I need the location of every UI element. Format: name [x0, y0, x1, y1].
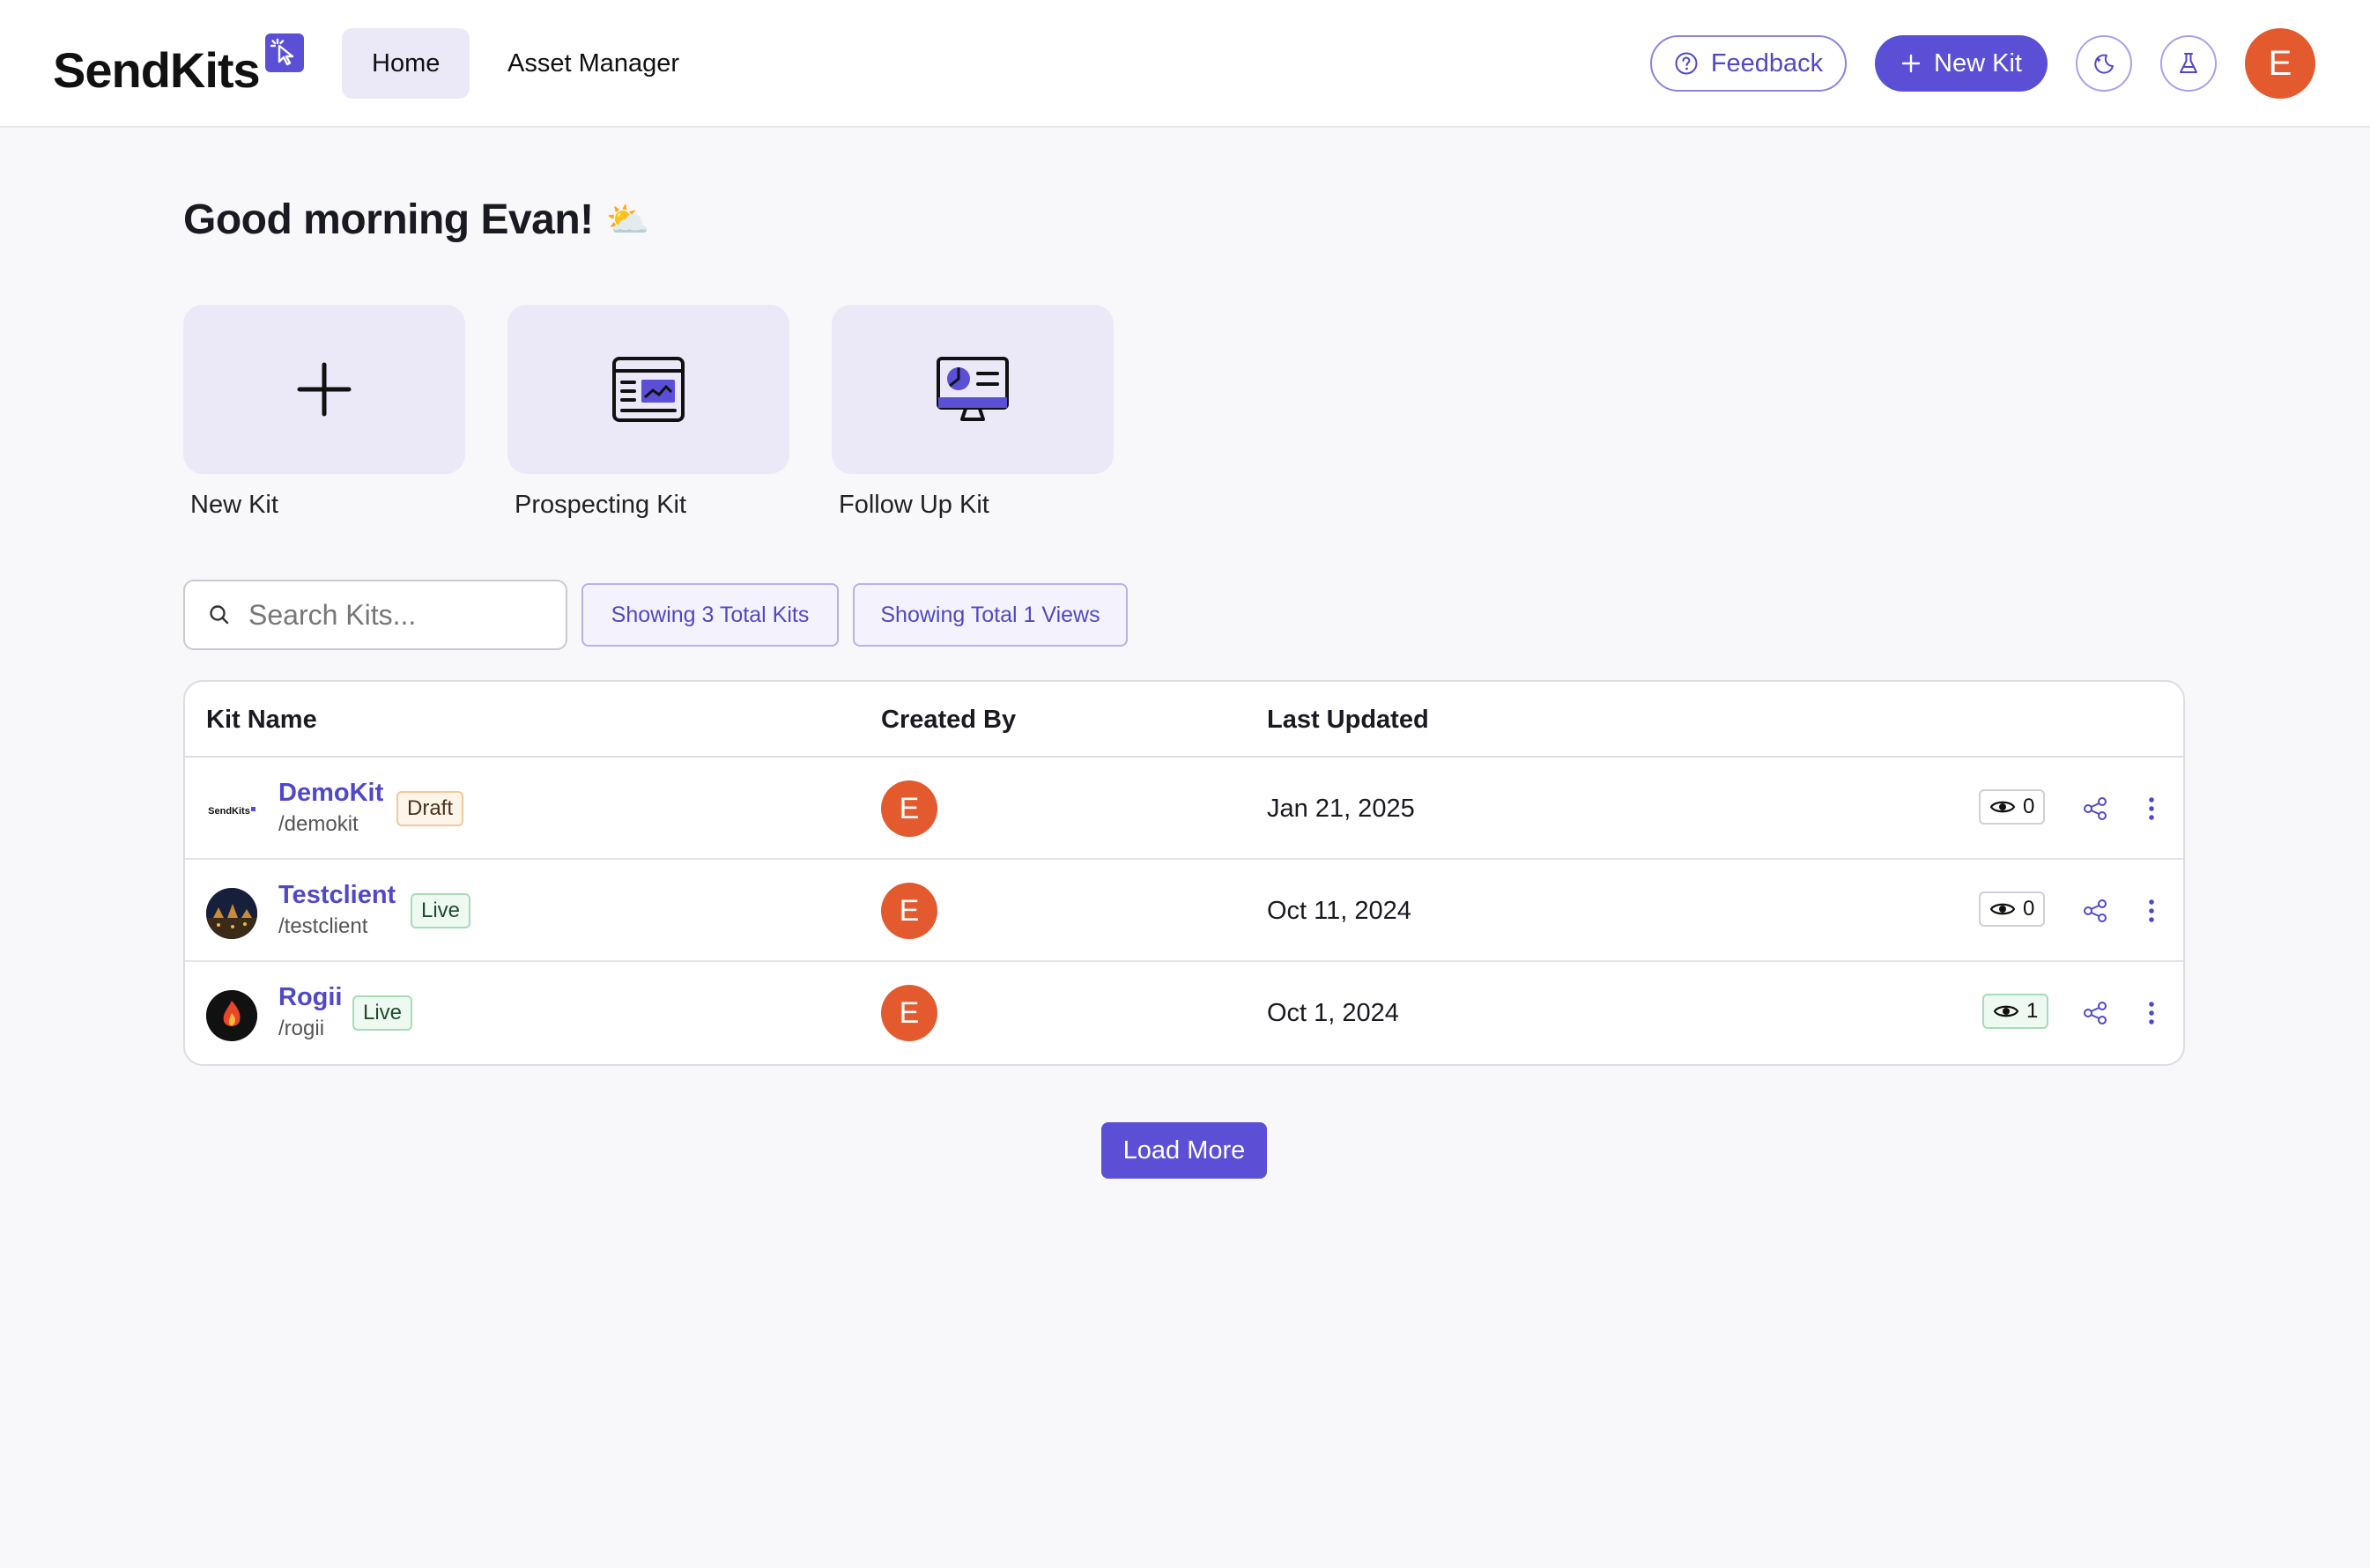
kit-thumbnail	[206, 990, 257, 1041]
share-icon	[2084, 1002, 2107, 1024]
kit-thumbnail	[206, 888, 257, 939]
column-header-created-by[interactable]: Created By	[881, 682, 1016, 758]
sun-behind-cloud-icon: ⛅	[605, 201, 650, 240]
labs-button[interactable]	[2160, 35, 2217, 92]
greeting-text: Good morning Evan!	[183, 196, 594, 243]
theme-toggle-button[interactable]	[2076, 35, 2132, 92]
flame-logo-thumbnail	[206, 990, 257, 1041]
more-vertical-icon	[2149, 797, 2154, 820]
quick-action-new-kit-label: New Kit	[190, 491, 278, 519]
search-box[interactable]	[183, 580, 567, 650]
kit-slug: /demokit	[278, 812, 359, 836]
view-count-badge: 0	[1979, 891, 2046, 927]
night-city-thumbnail	[206, 888, 257, 939]
share-button[interactable]	[2079, 997, 2111, 1029]
new-kit-button[interactable]: New Kit	[1875, 35, 2048, 92]
nav-tab-home[interactable]: Home	[342, 28, 470, 99]
browser-window-icon	[612, 357, 685, 422]
share-button[interactable]	[2079, 793, 2111, 825]
kit-name-link[interactable]: Testclient	[278, 881, 396, 910]
quick-action-prospecting-kit-label: Prospecting Kit	[515, 491, 687, 519]
status-badge: Draft	[396, 791, 464, 826]
creator-avatar: E	[881, 883, 937, 939]
cursor-click-icon	[264, 33, 304, 72]
greeting-heading: Good morning Evan! ⛅	[183, 196, 649, 244]
feedback-label: Feedback	[1710, 48, 1824, 78]
kits-table: Kit Name Created By Last Updated SendKit…	[183, 680, 2185, 1066]
share-icon	[2084, 797, 2107, 820]
quick-action-prospecting-kit[interactable]	[507, 305, 789, 474]
load-more-button[interactable]: Load More	[1101, 1122, 1267, 1179]
last-updated-date: Oct 11, 2024	[1267, 897, 1411, 925]
nav-tab-asset-manager[interactable]: Asset Manager	[478, 28, 709, 99]
last-updated-date: Jan 21, 2025	[1267, 795, 1415, 823]
kit-name-link[interactable]: Rogii	[278, 983, 343, 1012]
eye-icon	[1989, 903, 2016, 915]
sendkits-logo[interactable]: SendKits	[53, 33, 304, 106]
kit-thumbnail-text: SendKits	[208, 806, 250, 817]
more-vertical-icon	[2149, 899, 2154, 922]
monitor-chart-icon	[937, 357, 1009, 421]
view-count: 1	[2026, 999, 2039, 1023]
flask-icon	[2180, 53, 2197, 73]
moon-stars-icon	[2094, 54, 2114, 74]
share-button[interactable]	[2079, 895, 2111, 927]
search-icon	[210, 605, 229, 625]
eye-icon	[1993, 1005, 2019, 1017]
view-count: 0	[2023, 795, 2035, 818]
view-count-badge: 1	[1982, 994, 2049, 1029]
table-row[interactable]: Rogii /rogii Live E Oct 1, 2024 1	[185, 962, 2183, 1064]
more-options-button[interactable]	[2139, 895, 2164, 927]
search-input[interactable]	[248, 598, 548, 632]
last-updated-date: Oct 1, 2024	[1267, 999, 1399, 1027]
creator-avatar: E	[881, 780, 937, 837]
quick-action-follow-up-kit-label: Follow Up Kit	[839, 491, 989, 519]
plus-icon	[297, 362, 352, 417]
table-header: Kit Name Created By Last Updated	[185, 682, 2183, 758]
page: SendKits Home Asset Manager Feedback New…	[0, 0, 2370, 1568]
more-options-button[interactable]	[2139, 997, 2164, 1029]
more-options-button[interactable]	[2139, 793, 2164, 825]
help-circle-icon	[1675, 52, 1698, 75]
logo-text: SendKits	[53, 42, 261, 98]
more-vertical-icon	[2149, 1002, 2154, 1024]
table-row[interactable]: SendKits DemoKit /demokit Draft E Jan 21…	[185, 758, 2183, 860]
eye-icon	[1989, 801, 2016, 813]
creator-avatar: E	[881, 985, 937, 1041]
quick-action-new-kit[interactable]	[183, 305, 465, 474]
feedback-button[interactable]: Feedback	[1650, 35, 1847, 92]
plus-icon	[1901, 54, 1921, 73]
column-header-last-updated[interactable]: Last Updated	[1267, 682, 1429, 758]
view-count-badge: 0	[1979, 789, 2046, 825]
kit-name-link[interactable]: DemoKit	[278, 779, 383, 808]
quick-action-follow-up-kit[interactable]	[832, 305, 1114, 474]
column-header-kit-name[interactable]: Kit Name	[206, 682, 317, 758]
table-row[interactable]: Testclient /testclient Live E Oct 11, 20…	[185, 860, 2183, 962]
share-icon	[2084, 899, 2107, 922]
view-count: 0	[2023, 897, 2035, 921]
new-kit-label: New Kit	[1934, 48, 2022, 78]
kit-slug: /rogii	[278, 1017, 325, 1040]
top-navbar: SendKits Home Asset Manager Feedback New…	[0, 0, 2370, 128]
status-badge: Live	[352, 995, 413, 1031]
total-kits-badge: Showing 3 Total Kits	[581, 583, 839, 647]
user-avatar[interactable]: E	[2245, 28, 2315, 99]
kit-slug: /testclient	[278, 914, 368, 938]
total-views-badge: Showing Total 1 Views	[853, 583, 1128, 647]
status-badge: Live	[411, 893, 471, 928]
kit-thumbnail: SendKits	[206, 786, 257, 837]
